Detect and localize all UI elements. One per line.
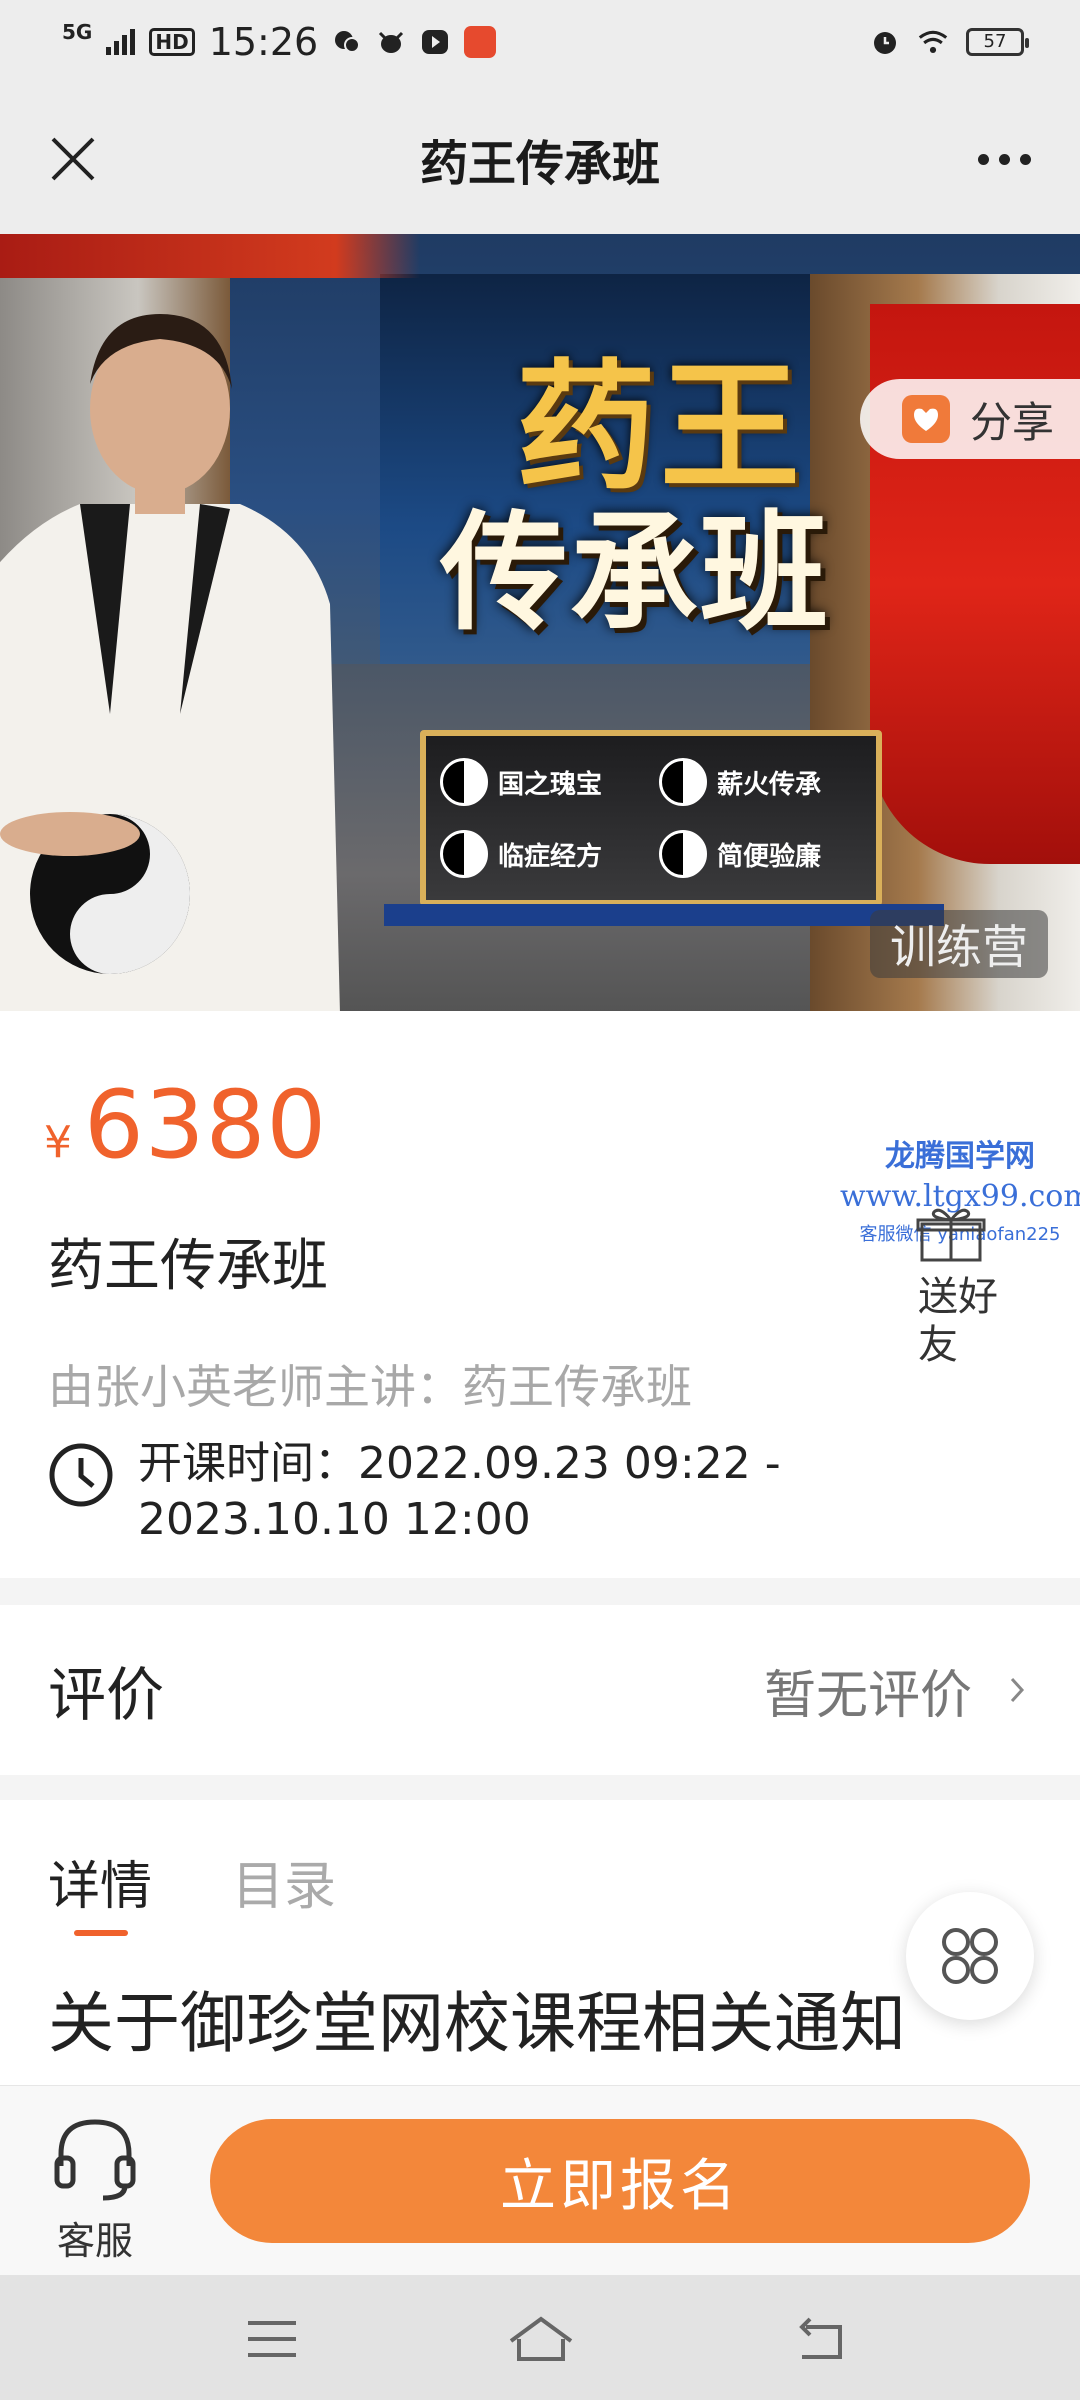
feature-label: 临症经方: [498, 841, 603, 872]
feature-item: 国之瑰宝: [440, 752, 643, 812]
system-nav-bar: [0, 2275, 1080, 2400]
cow-app-icon: [376, 27, 406, 57]
yin-yang-icon: [659, 830, 707, 878]
gift-icon[interactable]: [914, 1206, 988, 1262]
share-icon: [902, 395, 950, 443]
status-bar: 5G HD 15:26 57: [0, 0, 1080, 84]
grid-menu-icon: [942, 1928, 998, 1984]
more-dot-icon: [1019, 153, 1031, 165]
home-icon[interactable]: [505, 2311, 577, 2367]
course-subtitle: 由张小英老师主讲：药王传承班: [48, 1360, 692, 1414]
network-type: 5G: [62, 20, 93, 44]
page-title: 药王传承班: [419, 136, 660, 192]
tab-catalog[interactable]: 目录: [232, 1844, 336, 1919]
banner-top-strip: [0, 234, 420, 278]
share-button[interactable]: 分享: [860, 379, 1080, 459]
wifi-icon: [918, 27, 948, 57]
page: 5G HD 15:26 57 药王传承班 药王 传承班 国之瑰宝 薪火传承 临症…: [0, 0, 1080, 2400]
review-label: 评价: [48, 1661, 165, 1729]
feature-label: 薪火传承: [717, 769, 822, 800]
banner-title: 药王 传承班: [410, 354, 910, 644]
banner-stage: [384, 904, 944, 926]
yin-yang-icon: [659, 758, 707, 806]
notice-title: 关于御珍堂网校课程相关通知: [48, 1985, 906, 2062]
banner-title-line2: 传承班: [439, 499, 830, 648]
customer-service-label: 客服: [56, 2219, 133, 2263]
enroll-button[interactable]: 立即报名: [210, 2119, 1030, 2243]
action-bar: 客服 立即报名: [0, 2085, 1080, 2275]
close-button[interactable]: [36, 122, 110, 196]
feature-item: 简便验廉: [659, 824, 862, 884]
review-value: 暂无评价: [763, 1665, 972, 1726]
camp-tag: 训练营: [870, 910, 1048, 978]
yin-yang-icon: [440, 830, 488, 878]
wechat-icon: [332, 27, 362, 57]
status-time: 15:26: [208, 20, 319, 64]
feature-item: 薪火传承: [659, 752, 862, 812]
tab-details[interactable]: 详情: [48, 1844, 152, 1919]
currency-symbol: ¥: [44, 1117, 72, 1168]
course-title: 药王传承班: [48, 1234, 328, 1299]
banner-title-line1: 药王: [515, 347, 804, 510]
share-label: 分享: [970, 397, 1055, 447]
more-dot-icon: [998, 153, 1010, 165]
close-icon: [51, 137, 95, 181]
clock-icon: [49, 1443, 113, 1507]
chevron-right-icon: [1010, 1677, 1025, 1703]
feature-item: 临症经方: [440, 824, 643, 884]
course-time-row: 开课时间：2022.09.23 09:22 - 2023.10.10 12:00: [48, 1436, 918, 1548]
feature-label: 简便验廉: [717, 841, 822, 872]
alarm-icon: [870, 27, 900, 57]
floating-menu-button[interactable]: [906, 1892, 1034, 2020]
active-tab-indicator: [74, 1930, 128, 1936]
customer-service-button[interactable]: 客服: [40, 2112, 150, 2265]
battery-icon: 57: [966, 28, 1029, 56]
status-right: 57: [870, 27, 1029, 57]
course-time: 开课时间：2022.09.23 09:22 - 2023.10.10 12:00: [138, 1438, 781, 1545]
feature-label: 国之瑰宝: [498, 769, 603, 800]
teacher-photo: [0, 314, 340, 1011]
yin-yang-icon: [440, 758, 488, 806]
hd-badge: HD: [149, 28, 195, 56]
price: ¥ 6380: [44, 1071, 327, 1180]
course-banner[interactable]: 药王 传承班 国之瑰宝 薪火传承 临症经方 简便验廉 分享 训练营: [0, 234, 1080, 1011]
nav-bar: 药王传承班: [0, 84, 1080, 234]
more-dot-icon: [977, 153, 989, 165]
price-value: 6380: [84, 1071, 328, 1180]
course-info: ¥ 6380 龙腾国学网 www.ltgx99.com 客服微信 yanlaof…: [0, 1011, 1080, 1578]
back-icon[interactable]: [792, 2311, 852, 2367]
headset-icon: [54, 2119, 136, 2201]
signal-icon: [106, 29, 136, 55]
review-row[interactable]: 评价 暂无评价: [0, 1605, 1080, 1775]
video-app-icon: [420, 27, 450, 57]
feature-box: 国之瑰宝 薪火传承 临症经方 简便验廉: [420, 730, 882, 906]
more-button[interactable]: [964, 122, 1044, 196]
watermark-site-name: 龙腾国学网: [885, 1139, 1035, 1174]
app-badge-icon: [464, 26, 497, 58]
menu-icon[interactable]: [242, 2311, 302, 2367]
review-right: 暂无评价: [764, 1653, 1032, 1728]
status-left: 5G HD 15:26: [62, 20, 497, 64]
send-friend-label[interactable]: 送好友: [918, 1273, 1008, 1369]
